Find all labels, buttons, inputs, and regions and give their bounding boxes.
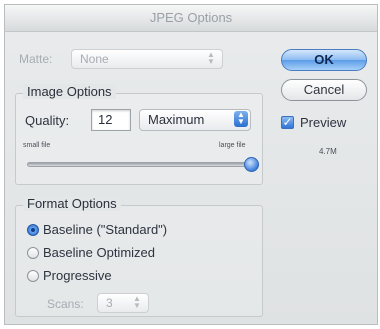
radio-label-baseline-optimized: Baseline Optimized	[43, 245, 155, 260]
up-down-arrows-icon: ▲ ▼	[207, 50, 215, 66]
matte-label: Matte:	[19, 52, 53, 66]
radio-progressive[interactable]	[27, 270, 39, 282]
quality-preset-select[interactable]: Maximum ▲ ▼	[139, 109, 251, 131]
radio-label-progressive: Progressive	[43, 268, 112, 283]
dialog-title: JPEG Options	[5, 5, 377, 32]
radio-baseline-optimized[interactable]	[27, 247, 39, 259]
quality-preset-value: Maximum	[148, 112, 205, 127]
ok-button[interactable]: OK	[281, 49, 367, 71]
quality-input[interactable]: 12	[91, 109, 131, 131]
up-down-arrows-icon: ▲ ▼	[133, 294, 141, 310]
format-options-title: Format Options	[23, 196, 121, 211]
quality-slider-track[interactable]	[27, 162, 251, 167]
image-options-title: Image Options	[23, 84, 116, 99]
jpeg-options-dialog: JPEG Options Matte: None ▲ ▼ Image Option…	[4, 4, 378, 325]
radio-baseline-standard[interactable]	[27, 224, 39, 236]
quality-slider-knob[interactable]	[243, 157, 259, 172]
scans-select-value: 3	[106, 296, 113, 310]
cancel-button[interactable]: Cancel	[281, 79, 367, 101]
image-options-group	[15, 93, 263, 185]
preview-label: Preview	[300, 115, 347, 130]
matte-select-value: None	[80, 52, 109, 66]
preview-file-size: 4.7M	[319, 147, 337, 156]
scans-label: Scans:	[47, 297, 84, 311]
checkmark-icon: ✓	[282, 115, 293, 129]
up-down-arrows-icon: ▲ ▼	[234, 111, 248, 127]
radio-label-baseline-standard: Baseline ("Standard")	[43, 222, 168, 237]
quality-label: Quality:	[25, 113, 70, 128]
large-file-label: large file	[219, 142, 246, 149]
matte-select[interactable]: None ▲ ▼	[71, 49, 223, 69]
preview-checkbox[interactable]: ✓	[281, 116, 294, 129]
scans-select[interactable]: 3 ▲ ▼	[97, 293, 149, 313]
small-file-label: small file	[23, 142, 51, 149]
